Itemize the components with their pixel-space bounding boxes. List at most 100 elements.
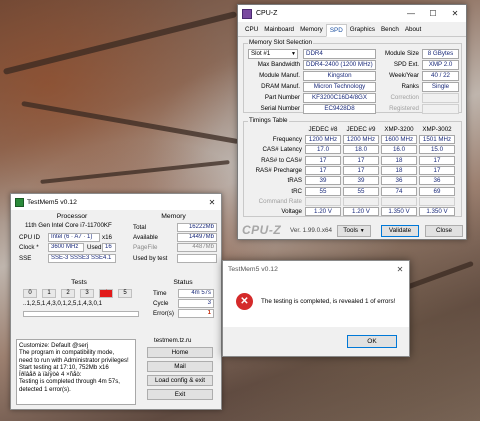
timing-cell <box>343 196 379 206</box>
cpuz-window-title: CPU-Z <box>256 10 278 17</box>
test-cell: 4 <box>99 289 113 298</box>
timing-cell: 1200 MHz <box>343 135 379 144</box>
cpuz-logo-text: CPU-Z <box>242 223 282 237</box>
processor-name: 11th Gen Intel Core i7-11700KF <box>25 222 112 229</box>
timing-row-label: RAS# Precharge <box>255 166 302 174</box>
total-field: 16222Mb <box>177 223 217 232</box>
home-button[interactable]: Home <box>147 347 213 358</box>
log-line: Ïðîâåð à ïàìÿòè 4 ×ñåò: <box>19 371 82 379</box>
cpu-id-label: CPU ID <box>19 234 40 241</box>
minimize-icon[interactable]: — <box>400 5 422 22</box>
test-cell: 2 <box>61 289 75 298</box>
close-icon[interactable]: ✕ <box>203 194 221 211</box>
timing-cell: 17 <box>305 155 341 165</box>
spd-ext-label: SPD Ext. <box>393 61 419 68</box>
load-config-exit-button[interactable]: Load config & exit <box>147 375 213 386</box>
timing-cell: 18.0 <box>343 145 379 155</box>
memory-header: Memory <box>161 213 186 220</box>
cycle-field: 3 <box>178 299 214 308</box>
log-line: Start testing at 17:10, 752Mb x16 <box>19 363 109 371</box>
timing-cell: 15.0 <box>419 145 455 155</box>
dram-manuf-field: Micron Technology <box>303 82 376 92</box>
pagefile-field: 4487Mb <box>177 243 217 252</box>
status-header: Status <box>173 279 193 286</box>
close-icon[interactable]: ✕ <box>444 5 466 22</box>
background-branch <box>40 160 230 184</box>
timing-cell: 55 <box>305 186 341 196</box>
memory-type-field: DDR4 <box>303 49 376 59</box>
timing-cell: 74 <box>381 186 417 196</box>
total-label: Total <box>133 224 147 231</box>
testmem-titlebar[interactable]: TestMem5 v0.12 ✕ <box>11 194 221 210</box>
timing-column-header: JEDEC #9 <box>346 126 376 133</box>
version-label: Ver. 1.99.0.x64 <box>290 227 333 234</box>
chevron-down-icon: ▼ <box>291 51 296 57</box>
dialog-titlebar[interactable]: TestMem5 v0.12 ✕ <box>223 261 409 277</box>
used-label: Used <box>87 244 102 251</box>
timing-cell <box>381 196 417 206</box>
test-cell: 1 <box>42 289 56 298</box>
timing-cell: 36 <box>419 176 455 186</box>
group-label: Timings Table <box>248 117 289 124</box>
timing-cell: 1600 MHz <box>381 135 417 144</box>
timing-cell: 69 <box>419 186 455 196</box>
close-button[interactable]: Close <box>425 225 463 237</box>
test-sequence: ..1,2,5,1,4,3,0,1,2,5,1,4,3,0,1 <box>23 300 103 307</box>
time-label: Time <box>153 290 167 297</box>
timing-cell: 1.20 V <box>343 207 379 217</box>
timing-cell: 18 <box>381 155 417 165</box>
test-cell: 3 <box>80 289 94 298</box>
used-field: 16 <box>102 243 116 252</box>
close-icon[interactable]: ✕ <box>391 265 409 274</box>
timing-cell <box>419 196 455 206</box>
pagefile-label: PageFile <box>133 244 158 251</box>
test-cell: 0 <box>23 289 37 298</box>
test-progress-cells: 012345 <box>23 289 143 298</box>
tab-about[interactable]: About <box>402 24 424 36</box>
timing-cell: 17 <box>419 155 455 165</box>
cpuz-titlebar[interactable]: CPU-Z — ☐ ✕ <box>238 5 466 22</box>
cpuz-window: CPU-Z — ☐ ✕ CPU Mainboard Memory SPD Gra… <box>237 4 467 240</box>
tools-button[interactable]: Tools ▼ <box>337 225 371 237</box>
tab-cpu[interactable]: CPU <box>242 24 261 36</box>
cpuz-app-icon <box>242 8 252 19</box>
timing-cell: 1200 MHz <box>305 135 341 144</box>
ranks-label: Ranks <box>401 83 419 90</box>
testmem-app-icon <box>15 197 24 207</box>
tab-bench[interactable]: Bench <box>378 24 402 36</box>
errors-label: Error(s) <box>153 310 174 317</box>
timing-cell: 18 <box>381 165 417 175</box>
registered-field <box>422 104 459 114</box>
maximize-icon[interactable]: ☐ <box>422 5 444 22</box>
ok-button[interactable]: OK <box>347 335 397 348</box>
timing-row-label: Voltage <box>281 208 302 216</box>
tests-header: Tests <box>71 279 87 286</box>
timing-cell: 17 <box>343 155 379 165</box>
correction-label: Correction <box>390 94 419 101</box>
log-output[interactable]: Customize: Default @serj The program in c… <box>16 339 136 405</box>
tab-memory[interactable]: Memory <box>297 24 326 36</box>
tab-graphics[interactable]: Graphics <box>347 24 378 36</box>
used-by-test-label: Used by test <box>133 255 168 262</box>
timing-column-header: JEDEC #8 <box>308 126 338 133</box>
log-line: need to run with Administrator privilege… <box>19 356 129 364</box>
processor-header: Processor <box>56 213 88 220</box>
tab-mainboard[interactable]: Mainboard <box>261 24 297 36</box>
timing-cell: 39 <box>305 176 341 186</box>
tab-spd[interactable]: SPD <box>325 24 347 37</box>
module-size-field: 8 GBytes <box>422 49 459 59</box>
dialog-title: TestMem5 v0.12 <box>228 265 278 273</box>
exit-button[interactable]: Exit <box>147 389 213 400</box>
timing-row-label: tRAS <box>287 177 302 185</box>
mail-button[interactable]: Mail <box>147 361 213 372</box>
validate-button[interactable]: Validate <box>381 225 419 237</box>
week-year-field: 40 / 22 <box>422 71 459 81</box>
dram-manuf-label: DRAM Manuf. <box>261 83 300 90</box>
site-link[interactable]: testmem.tz.ru <box>154 337 191 344</box>
timing-row-label: Frequency <box>272 136 302 143</box>
group-label: Memory Slot Selection <box>248 39 313 46</box>
module-manuf-field: Kingston <box>303 71 376 81</box>
timing-cell <box>305 196 341 206</box>
slot-select[interactable]: Slot #1 ▼ <box>248 49 298 59</box>
background-branch <box>21 100 239 145</box>
